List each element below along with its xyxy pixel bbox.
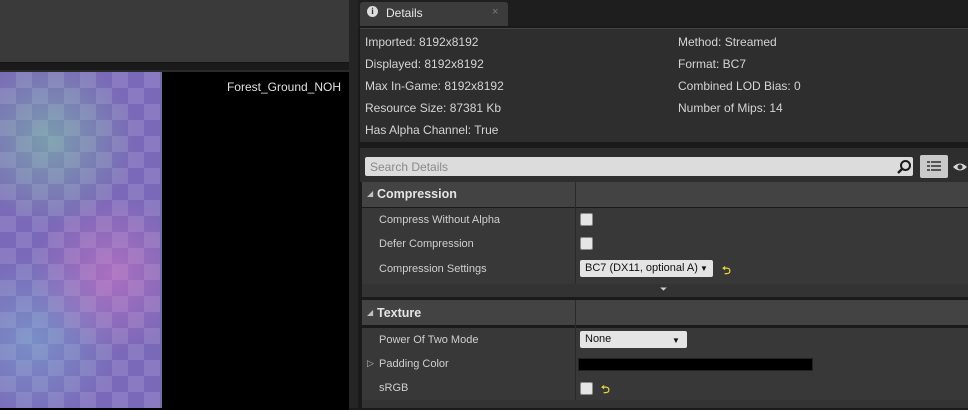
texture-format: Format: BC7 <box>678 57 747 71</box>
displayed-size: Displayed: 8192x8192 <box>365 57 484 71</box>
power-of-two-dropdown[interactable]: None <box>580 331 687 348</box>
defer-compression-checkbox[interactable] <box>580 237 593 250</box>
search-input[interactable] <box>368 158 892 175</box>
reset-to-default-icon[interactable]: ⮌ <box>601 381 610 400</box>
property-row <box>362 376 968 400</box>
resource-size: Resource Size: 87381 Kb <box>365 101 502 115</box>
category-texture-header[interactable] <box>362 300 968 325</box>
max-in-game-size: Max In-Game: 8192x8192 <box>365 79 504 93</box>
texture-preview-image <box>0 72 160 408</box>
column-splitter[interactable] <box>575 300 576 400</box>
compress-without-alpha-checkbox[interactable] <box>580 213 593 226</box>
padding-color-swatch[interactable] <box>578 358 813 371</box>
viewport-toolbar <box>0 0 349 63</box>
number-of-mips: Number of Mips: 14 <box>678 101 783 115</box>
expand-triangle-icon[interactable]: ▷ <box>367 358 374 369</box>
preview-edge <box>160 72 162 408</box>
defer-compression-label: Defer Compression <box>379 238 474 250</box>
advanced-expander[interactable] <box>362 400 968 408</box>
search-icon[interactable] <box>896 159 912 175</box>
collapse-triangle-icon: ◢ <box>367 308 374 317</box>
power-of-two-value: None <box>585 333 612 345</box>
compress-without-alpha-label: Compress Without Alpha <box>379 214 501 226</box>
srgb-checkbox[interactable] <box>580 382 593 395</box>
view-options-button[interactable] <box>920 155 948 178</box>
has-alpha-channel: Has Alpha Channel: True <box>365 123 499 137</box>
combined-lod-bias: Combined LOD Bias: 0 <box>678 79 801 93</box>
padding-color-label: Padding Color <box>379 358 449 370</box>
imported-size: Imported: 8192x8192 <box>365 35 479 49</box>
streaming-method: Method: Streamed <box>678 35 777 49</box>
tab-details[interactable] <box>360 2 508 26</box>
chevron-down-icon: ▼ <box>700 264 708 273</box>
category-compression-label: Compression <box>377 187 457 201</box>
chevron-down-icon: ▼ <box>672 336 680 345</box>
compression-settings-dropdown[interactable]: BC7 (DX11, optional A) <box>580 260 713 277</box>
category-texture-label: Texture <box>377 306 422 320</box>
column-splitter[interactable] <box>575 182 576 284</box>
list-view-icon <box>927 161 941 171</box>
info-icon: i <box>367 6 378 17</box>
power-of-two-label: Power Of Two Mode <box>379 334 479 346</box>
panel-splitter[interactable] <box>349 0 358 408</box>
compression-settings-value: BC7 (DX11, optional A) <box>585 262 698 274</box>
tab-details-label: Details <box>386 6 423 20</box>
expand-advanced-icon: ⏷ <box>660 284 668 294</box>
collapse-triangle-icon: ◢ <box>367 189 374 198</box>
close-tab-button[interactable]: × <box>492 6 498 18</box>
compression-settings-label: Compression Settings <box>379 263 487 275</box>
eye-icon[interactable] <box>952 160 968 174</box>
reset-to-default-icon[interactable]: ⮌ <box>722 262 731 281</box>
texture-name-label: Forest_Ground_NOH <box>226 80 341 94</box>
srgb-label: sRGB <box>379 382 409 394</box>
